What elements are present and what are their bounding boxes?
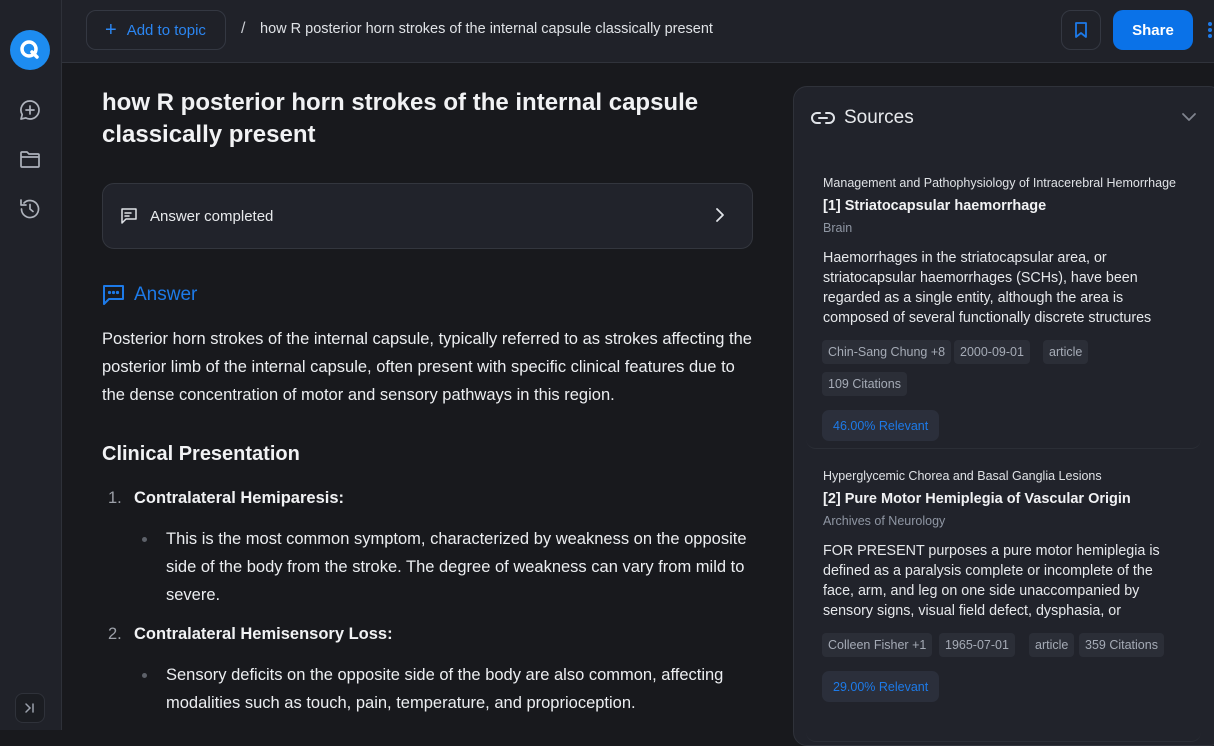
folder-icon	[20, 151, 40, 168]
date-tag: 2000-09-01	[954, 340, 1030, 364]
expand-sidebar-icon	[25, 703, 34, 713]
source-venue: Brain	[823, 221, 853, 235]
history-icon	[20, 199, 40, 219]
author-tag: Colleen Fisher +1	[822, 633, 933, 657]
source-abstract: Haemorrhages in the striatocapsular area…	[823, 250, 1152, 326]
list-number: 2.	[108, 625, 122, 643]
chevron-down-icon[interactable]	[1181, 111, 1197, 123]
answer-intro: Posterior horn strokes of the internal c…	[102, 330, 752, 404]
answer-status-card[interactable]: Answer completed	[102, 183, 753, 249]
new-chat-button[interactable]	[17, 97, 43, 123]
sources-heading: Sources	[811, 107, 914, 129]
relevance-badge: 29.00% Relevant	[822, 671, 940, 702]
author-tag: Chin-Sang Chung +8	[822, 340, 952, 364]
source-venue: Archives of Neurology	[823, 514, 946, 528]
folders-button[interactable]	[17, 146, 43, 172]
answer-heading: Answer	[102, 283, 197, 306]
source-topic: Management and Pathophysiology of Intrac…	[823, 176, 1176, 190]
bookmark-icon	[1075, 22, 1087, 38]
sidebar	[0, 0, 62, 730]
sources-heading-label: Sources	[844, 107, 914, 128]
type-tag: article	[1029, 633, 1075, 657]
sources-panel: Sources Management and Pathophysiology o…	[793, 86, 1214, 746]
link-icon	[811, 112, 835, 124]
list-text: This is the most common symptom, charact…	[166, 530, 747, 604]
list-text: Sensory deficits on the opposite side of…	[166, 666, 724, 712]
chevron-right-icon	[716, 208, 724, 222]
share-button[interactable]: Share	[1113, 10, 1193, 50]
history-button[interactable]	[17, 196, 43, 222]
logo-q-icon	[20, 40, 39, 59]
source-title[interactable]: [1] Striatocapsular haemorrhage	[823, 198, 1046, 214]
source-card[interactable]: Management and Pathophysiology of Intrac…	[806, 157, 1201, 449]
plus-icon: +	[105, 19, 117, 41]
relevance-badge: 46.00% Relevant	[822, 410, 940, 441]
bullet	[142, 673, 147, 678]
list-number: 1.	[108, 489, 122, 507]
bullet	[142, 537, 147, 542]
source-title[interactable]: [2] Pure Motor Hemiplegia of Vascular Or…	[823, 491, 1131, 507]
citations-tag: 109 Citations	[822, 372, 907, 396]
more-options-icon[interactable]	[1208, 22, 1214, 38]
breadcrumb-title: how R posterior horn strokes of the inte…	[260, 21, 713, 37]
list-title: Contralateral Hemiparesis:	[134, 489, 344, 507]
type-tag: article	[1043, 340, 1089, 364]
bookmark-button[interactable]	[1061, 10, 1101, 50]
date-tag: 1965-07-01	[939, 633, 1015, 657]
chat-plus-icon	[20, 100, 40, 120]
top-bar: + Add to topic / how R posterior horn st…	[62, 0, 1214, 63]
breadcrumb-separator: /	[241, 20, 246, 37]
app-logo[interactable]	[10, 30, 50, 70]
section-heading: Clinical Presentation	[102, 443, 300, 465]
page-title: how R posterior horn strokes of the inte…	[102, 89, 699, 148]
add-to-topic-button[interactable]: + Add to topic	[86, 10, 226, 50]
answer-chat-icon	[103, 285, 124, 305]
source-card[interactable]: Hyperglycemic Chorea and Basal Ganglia L…	[806, 450, 1201, 742]
expand-sidebar-button[interactable]	[15, 693, 45, 723]
source-topic: Hyperglycemic Chorea and Basal Ganglia L…	[823, 469, 1102, 483]
answer-heading-label: Answer	[134, 283, 198, 305]
answer-status-label: Answer completed	[150, 207, 274, 225]
list-title: Contralateral Hemisensory Loss:	[134, 625, 393, 643]
add-to-topic-label: Add to topic	[126, 21, 206, 39]
source-abstract: FOR PRESENT purposes a pure motor hemipl…	[823, 543, 1160, 619]
citations-tag: 359 Citations	[1079, 633, 1164, 657]
message-icon	[121, 208, 137, 224]
